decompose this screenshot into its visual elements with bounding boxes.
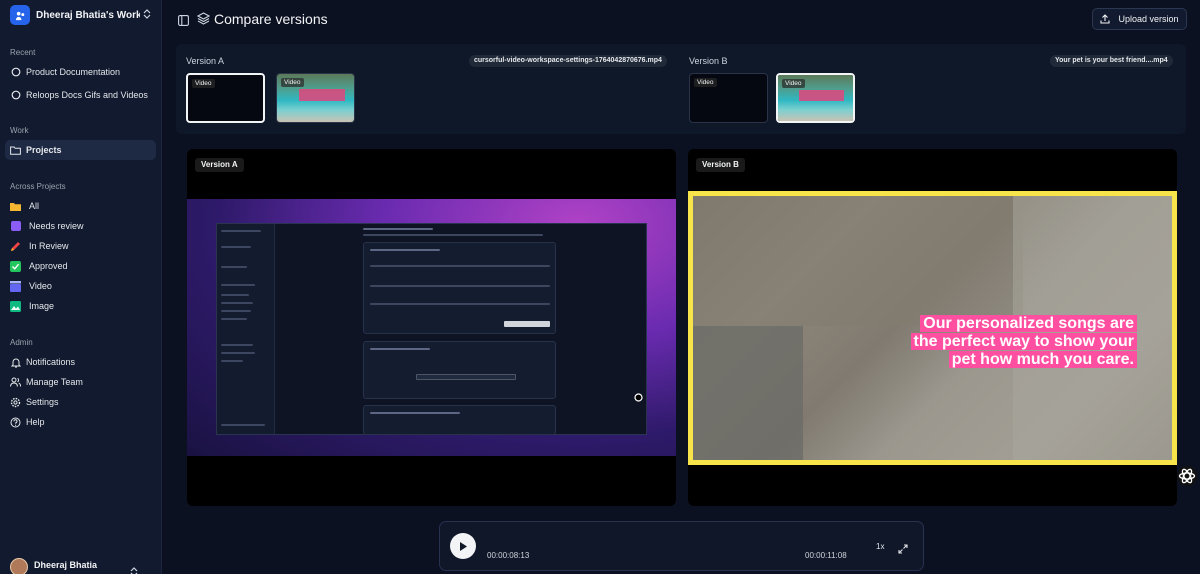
cursor-icon [634,389,643,407]
sidebar-item-label: Needs review [29,221,84,231]
assistant-logo-icon[interactable] [1176,465,1198,492]
sidebar-item-video[interactable]: Video [5,276,156,296]
sidebar-item-image[interactable]: Image [5,296,156,316]
layers-icon [196,12,211,30]
screen-recording-frame [187,199,676,456]
version-b-thumb-2[interactable]: Video [776,73,855,123]
user-menu[interactable]: Dheeraj Bhatia [10,558,156,574]
clapper-icon [10,280,21,292]
video-caption: Our personalized songs are the perfect w… [910,315,1137,369]
folder-icon [10,145,21,156]
workspace-name: Dheeraj Bhatia's Worksp... [36,9,140,21]
version-a-filename: cursorful-video-workspace-settings-17640… [469,55,667,67]
player-badge: Version B [696,158,745,172]
section-recent: Recent [10,48,36,57]
section-across-projects: Across Projects [10,182,66,191]
app-screenshot [216,223,647,435]
thumb-badge: Video [281,78,304,87]
sidebar-item-label: Notifications [26,357,76,367]
sidebar-item-label: Approved [29,261,68,271]
total-time: 00:00:11:08 [805,551,847,560]
circle-icon [10,90,21,101]
sidebar-item-reloops-docs[interactable]: Reloops Docs Gifs and Videos [5,85,156,105]
playback-speed-button[interactable]: 1x [876,542,884,551]
avatar [10,558,28,574]
sidebar-item-label: Projects [26,145,62,155]
chevron-updown-icon [143,6,151,24]
version-a-thumb-1[interactable]: Video [186,73,265,123]
version-a-thumb-2[interactable]: Video [276,73,355,123]
sidebar-item-label: Image [29,301,55,311]
pencil-icon [10,241,21,252]
sidebar-item-help[interactable]: Help [5,412,156,432]
sidebar-item-label: All [29,201,40,211]
thumb-badge: Video [192,79,215,88]
play-icon [460,541,467,551]
circle-icon [10,67,21,78]
sidebar-item-label: Video [29,281,52,291]
sidebar-toggle-icon[interactable] [178,13,189,31]
player-version-b[interactable]: Version B Our personalized songs are the… [688,149,1177,506]
upload-version-label: Upload version [1118,14,1179,24]
folder-yellow-icon [10,201,21,212]
workspace-logo-icon [10,5,30,25]
user-name: Dheeraj Bhatia [34,560,98,570]
version-a-label: Version A [186,56,225,66]
version-strip: Version A cursorful-video-workspace-sett… [176,44,1186,134]
sidebar-item-label: Manage Team [26,377,83,387]
sidebar-item-manage-team[interactable]: Manage Team [5,372,156,392]
help-icon [10,417,21,428]
fullscreen-icon[interactable] [898,541,908,559]
version-b-thumb-1[interactable]: Video [689,73,768,123]
check-box-icon [10,260,21,272]
sidebar-item-label: In Review [29,241,69,251]
sidebar-item-label: Reloops Docs Gifs and Videos [26,90,148,100]
sidebar-item-label: Product Documentation [26,67,121,77]
thumb-badge: Video [694,78,717,87]
player-version-a[interactable]: Version A [187,149,676,506]
caption-line: Our personalized songs are [920,315,1137,332]
play-button[interactable] [450,533,476,559]
sidebar-item-approved[interactable]: Approved [5,256,156,276]
bell-icon [10,357,21,368]
upload-icon [1100,14,1111,24]
sidebar-item-in-review[interactable]: In Review [5,236,156,256]
current-time: 00:00:08:13 [487,551,530,560]
upload-version-button[interactable]: Upload version [1092,8,1187,30]
section-admin: Admin [10,338,33,347]
gear-icon [10,397,21,408]
sidebar-item-product-documentation[interactable]: Product Documentation [5,62,156,82]
section-work: Work [10,126,29,135]
sidebar-item-needs-review[interactable]: Needs review [5,216,156,236]
caption-line: the perfect way to show your [910,333,1137,350]
sidebar-item-notifications[interactable]: Notifications [5,352,156,372]
sidebar-item-label: Settings [26,397,59,407]
player-badge: Version A [195,158,244,172]
sidebar-item-label: Help [26,417,45,427]
sidebar-item-all[interactable]: All [5,196,156,216]
sidebar-item-projects[interactable]: Projects [5,140,156,160]
image-icon [10,300,21,312]
version-b-label: Version B [689,56,728,66]
sidebar-item-settings[interactable]: Settings [5,392,156,412]
people-icon [10,377,21,388]
chevron-updown-icon [130,564,138,574]
page-title: Compare versions [214,11,328,27]
sidebar: Dheeraj Bhatia's Worksp... Recent Produc… [0,0,162,574]
eyes-icon [10,221,21,232]
playback-controls: 00:00:08:13 00:00:11:08 1x [439,521,924,571]
workspace-switcher[interactable]: Dheeraj Bhatia's Worksp... [10,4,156,26]
version-b-filename: Your pet is your best friend....mp4 [1050,55,1173,67]
caption-line: pet how much you care. [948,351,1137,368]
thumb-badge: Video [782,79,805,88]
